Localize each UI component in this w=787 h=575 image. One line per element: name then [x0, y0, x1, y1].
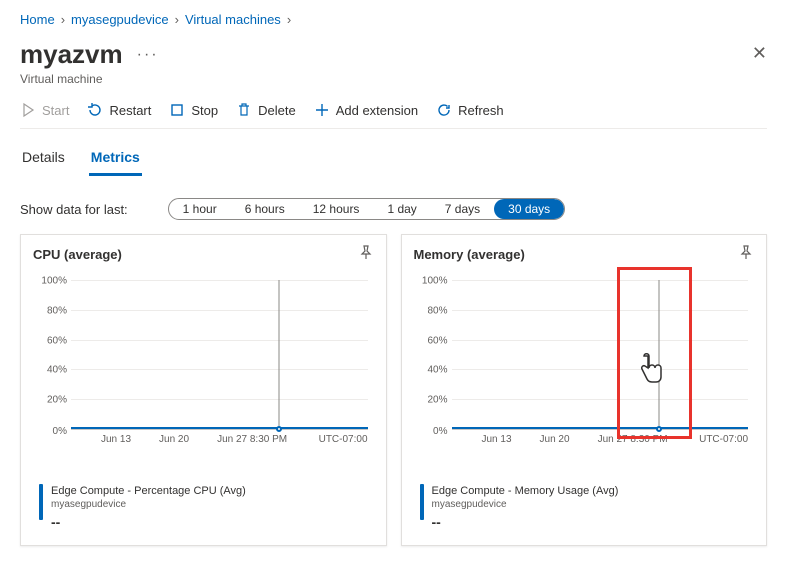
close-icon[interactable]: ✕	[752, 39, 767, 68]
time-range-30d[interactable]: 30 days	[494, 199, 564, 219]
more-menu-icon[interactable]: ···	[137, 46, 159, 64]
cpu-data-marker	[276, 426, 282, 432]
tab-details[interactable]: Details	[20, 143, 67, 176]
resource-type-label: Virtual machine	[20, 72, 159, 86]
chevron-right-icon: ›	[175, 12, 179, 27]
time-range-label: Show data for last:	[20, 202, 128, 217]
memory-data-marker	[656, 426, 662, 432]
time-range-selector: 1 hour 6 hours 12 hours 1 day 7 days 30 …	[168, 198, 566, 220]
tab-bar: Details Metrics	[20, 129, 767, 176]
add-extension-button[interactable]: Add extension	[314, 102, 418, 118]
memory-card-title: Memory (average)	[414, 247, 525, 262]
time-range-1d[interactable]: 1 day	[373, 199, 430, 219]
play-icon	[20, 102, 36, 118]
breadcrumb-home[interactable]: Home	[20, 12, 55, 27]
refresh-icon	[436, 102, 452, 118]
restart-button[interactable]: Restart	[87, 102, 151, 118]
timezone-label: UTC-07:00	[699, 434, 748, 445]
legend-color-swatch	[39, 484, 43, 520]
breadcrumb-device[interactable]: myasegpudevice	[71, 12, 169, 27]
tab-metrics[interactable]: Metrics	[89, 143, 142, 176]
restart-icon	[87, 102, 103, 118]
memory-series-line	[452, 427, 749, 429]
memory-legend: Edge Compute - Memory Usage (Avg) myaseg…	[420, 484, 755, 531]
breadcrumb-section[interactable]: Virtual machines	[185, 12, 281, 27]
chart-hover-line	[659, 280, 660, 429]
time-range-12h[interactable]: 12 hours	[299, 199, 374, 219]
chevron-right-icon: ›	[61, 12, 65, 27]
memory-chart[interactable]: 100% 80% 60% 40% 20% 0% Jun 13 Jun 20 Ju…	[414, 274, 755, 464]
command-bar: Start Restart Stop Delete Add extension …	[20, 86, 767, 129]
time-range-7d[interactable]: 7 days	[431, 199, 494, 219]
start-button[interactable]: Start	[20, 102, 69, 118]
delete-button[interactable]: Delete	[236, 102, 296, 118]
cpu-chart[interactable]: 100% 80% 60% 40% 20% 0% Jun 13 Jun 20 Ju…	[33, 274, 374, 464]
memory-card: Memory (average) 100% 80% 60% 40% 20% 0%	[401, 234, 768, 546]
cpu-card: CPU (average) 100% 80% 60% 40% 20% 0%	[20, 234, 387, 546]
breadcrumb: Home › myasegpudevice › Virtual machines…	[20, 8, 767, 39]
page-title: myazvm	[20, 39, 123, 70]
time-range-1h[interactable]: 1 hour	[169, 199, 231, 219]
stop-icon	[169, 102, 185, 118]
timezone-label: UTC-07:00	[319, 434, 368, 445]
cpu-legend: Edge Compute - Percentage CPU (Avg) myas…	[39, 484, 374, 531]
legend-color-swatch	[420, 484, 424, 520]
stop-button[interactable]: Stop	[169, 102, 218, 118]
cpu-card-title: CPU (average)	[33, 247, 122, 262]
pin-icon[interactable]	[358, 245, 374, 264]
pin-icon[interactable]	[738, 245, 754, 264]
chevron-right-icon: ›	[287, 12, 291, 27]
chart-hover-line	[278, 280, 279, 429]
plus-icon	[314, 102, 330, 118]
refresh-button[interactable]: Refresh	[436, 102, 504, 118]
trash-icon	[236, 102, 252, 118]
time-range-6h[interactable]: 6 hours	[231, 199, 299, 219]
cpu-series-line	[71, 427, 368, 429]
